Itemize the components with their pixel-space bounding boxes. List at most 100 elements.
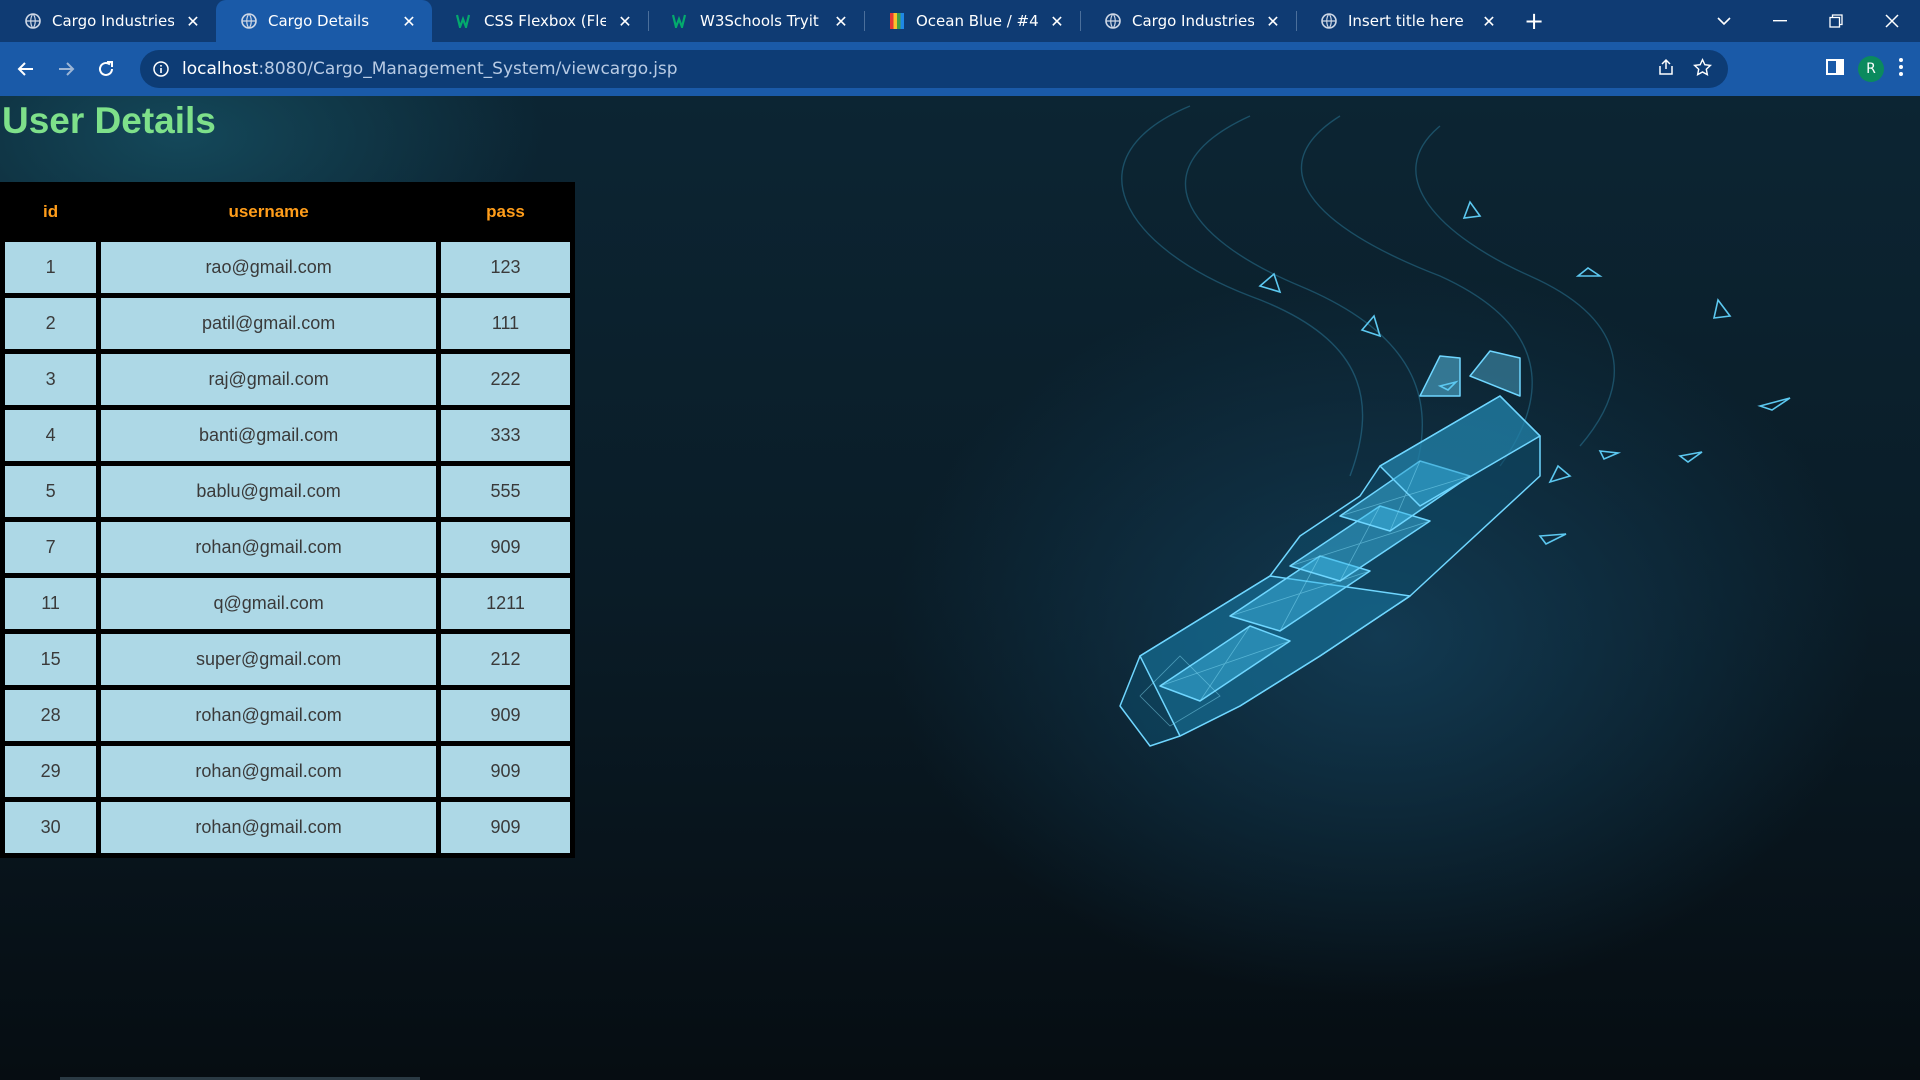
- globe-icon: [1320, 12, 1338, 30]
- info-icon[interactable]: [152, 60, 170, 78]
- close-icon[interactable]: ✕: [616, 12, 634, 31]
- close-icon[interactable]: ✕: [1264, 12, 1282, 31]
- tab-title: CSS Flexbox (Flexible: [484, 12, 606, 30]
- tab-title: Cargo Details: [268, 12, 370, 30]
- table-row: 2 patil@gmail.com 111: [5, 298, 570, 349]
- address-bar[interactable]: localhost:8080/Cargo_Management_System/v…: [140, 50, 1728, 88]
- avatar[interactable]: R: [1858, 56, 1884, 82]
- cell-username: rohan@gmail.com: [101, 746, 437, 797]
- cell-username: banti@gmail.com: [101, 410, 437, 461]
- table-row: 11 q@gmail.com 1211: [5, 578, 570, 629]
- tab[interactable]: Cargo Industries ✕: [1080, 0, 1296, 42]
- cell-pass: 212: [441, 634, 570, 685]
- cell-username: rohan@gmail.com: [101, 802, 437, 853]
- w3schools-icon: [456, 12, 474, 30]
- url-host: localhost: [182, 59, 259, 79]
- tab-strip: Cargo Industries ✕ Cargo Details ✕ CSS F…: [0, 0, 1920, 42]
- more-menu-icon[interactable]: [1898, 57, 1904, 81]
- globe-icon: [240, 12, 258, 30]
- cell-username: rao@gmail.com: [101, 242, 437, 293]
- cell-pass: 111: [441, 298, 570, 349]
- cell-username: q@gmail.com: [101, 578, 437, 629]
- column-header-id: id: [5, 187, 97, 237]
- table-row: 7 rohan@gmail.com 909: [5, 522, 570, 573]
- cell-pass: 909: [441, 746, 570, 797]
- tab[interactable]: Ocean Blue / #4f42b5 ✕: [864, 0, 1080, 42]
- globe-icon: [24, 12, 42, 30]
- new-tab-button[interactable]: +: [1512, 0, 1556, 42]
- browser-toolbar: localhost:8080/Cargo_Management_System/v…: [0, 42, 1920, 96]
- color-palette-icon: [888, 12, 906, 30]
- globe-icon: [1104, 12, 1122, 30]
- cell-id: 4: [5, 410, 97, 461]
- page-content: User Details id username pass 1 rao@gmail…: [0, 96, 1920, 1080]
- cell-id: 2: [5, 298, 97, 349]
- cell-pass: 555: [441, 466, 570, 517]
- tab-title: Insert title here: [1348, 12, 1464, 30]
- tab[interactable]: Insert title here ✕: [1296, 0, 1512, 42]
- close-icon[interactable]: ✕: [832, 12, 850, 31]
- close-icon[interactable]: ✕: [1480, 12, 1498, 31]
- column-header-username: username: [101, 187, 437, 237]
- tab-search-chevron-icon[interactable]: [1696, 0, 1752, 42]
- page-title: User Details: [2, 100, 216, 141]
- cell-id: 3: [5, 354, 97, 405]
- back-arrow-icon[interactable]: [6, 49, 46, 89]
- window-controls: [1696, 0, 1920, 42]
- cell-username: raj@gmail.com: [101, 354, 437, 405]
- tab-title: Ocean Blue / #4f42b5: [916, 12, 1038, 30]
- table-row: 28 rohan@gmail.com 909: [5, 690, 570, 741]
- cell-username: super@gmail.com: [101, 634, 437, 685]
- cell-pass: 909: [441, 690, 570, 741]
- cell-id: 1: [5, 242, 97, 293]
- table-header-row: id username pass: [5, 187, 570, 237]
- restore-button[interactable]: [1808, 0, 1864, 42]
- close-icon[interactable]: ✕: [1048, 12, 1066, 31]
- cell-pass: 909: [441, 522, 570, 573]
- cell-id: 11: [5, 578, 97, 629]
- forward-arrow-icon[interactable]: [46, 49, 86, 89]
- side-panel-icon[interactable]: [1826, 58, 1844, 80]
- cell-pass: 222: [441, 354, 570, 405]
- cell-id: 28: [5, 690, 97, 741]
- column-header-pass: pass: [441, 187, 570, 237]
- tab[interactable]: W3Schools Tryit Edito ✕: [648, 0, 864, 42]
- tab[interactable]: CSS Flexbox (Flexible ✕: [432, 0, 648, 42]
- cell-pass: 333: [441, 410, 570, 461]
- table-row: 4 banti@gmail.com 333: [5, 410, 570, 461]
- cell-pass: 123: [441, 242, 570, 293]
- cell-id: 5: [5, 466, 97, 517]
- table-row: 29 rohan@gmail.com 909: [5, 746, 570, 797]
- close-window-button[interactable]: [1864, 0, 1920, 42]
- close-icon[interactable]: ✕: [400, 12, 418, 31]
- cell-username: bablu@gmail.com: [101, 466, 437, 517]
- bookmark-star-icon[interactable]: [1693, 57, 1712, 81]
- cell-username: patil@gmail.com: [101, 298, 437, 349]
- table-row: 3 raj@gmail.com 222: [5, 354, 570, 405]
- cell-id: 30: [5, 802, 97, 853]
- tab-title: Cargo Industries: [1132, 12, 1254, 30]
- cell-username: rohan@gmail.com: [101, 522, 437, 573]
- tab-title: W3Schools Tryit Edito: [700, 12, 822, 30]
- reload-icon[interactable]: [86, 49, 126, 89]
- w3schools-icon: [672, 12, 690, 30]
- minimize-button[interactable]: [1752, 0, 1808, 42]
- cargo-ship-illustration: [1119, 105, 1791, 747]
- cell-id: 29: [5, 746, 97, 797]
- cell-username: rohan@gmail.com: [101, 690, 437, 741]
- table-row: 5 bablu@gmail.com 555: [5, 466, 570, 517]
- cell-pass: 909: [441, 802, 570, 853]
- close-icon[interactable]: ✕: [184, 12, 202, 31]
- cell-id: 15: [5, 634, 97, 685]
- tab[interactable]: Cargo Industries ✕: [0, 0, 216, 42]
- user-details-table: id username pass 1 rao@gmail.com 123 2 pati…: [0, 182, 575, 858]
- table-row: 15 super@gmail.com 212: [5, 634, 570, 685]
- cell-id: 7: [5, 522, 97, 573]
- table-row: 30 rohan@gmail.com 909: [5, 802, 570, 853]
- share-icon[interactable]: [1657, 58, 1675, 80]
- tab-active[interactable]: Cargo Details ✕: [216, 0, 432, 42]
- table-row: 1 rao@gmail.com 123: [5, 242, 570, 293]
- cell-pass: 1211: [441, 578, 570, 629]
- tab-title: Cargo Industries: [52, 12, 174, 30]
- url-path: :8080/Cargo_Management_System/viewcargo.…: [258, 59, 678, 79]
